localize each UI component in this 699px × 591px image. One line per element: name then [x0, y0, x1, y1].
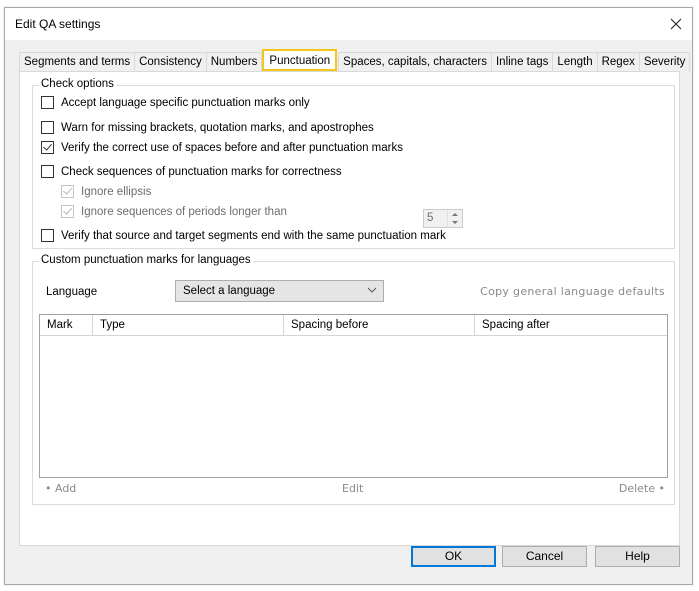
checkbox-disabled-checked	[61, 205, 74, 218]
checkbox[interactable]	[41, 165, 54, 178]
column-header-type[interactable]: Type	[93, 315, 284, 335]
arrow-up-icon	[452, 212, 458, 216]
option-warn-missing-brackets[interactable]: Warn for missing brackets, quotation mar…	[41, 121, 374, 134]
checkbox[interactable]	[41, 96, 54, 109]
ok-button[interactable]: OK	[411, 546, 496, 567]
grid-header: Mark Type Spacing before Spacing after	[40, 315, 667, 336]
checkbox-checked[interactable]	[41, 141, 54, 154]
language-select-value: Select a language	[183, 285, 276, 297]
tab-punctuation[interactable]: Punctuation	[262, 49, 338, 71]
tab-consistency[interactable]: Consistency	[134, 52, 207, 71]
option-check-sequences[interactable]: Check sequences of punctuation marks for…	[41, 165, 342, 178]
checkbox[interactable]	[41, 121, 54, 134]
punctuation-marks-grid[interactable]: Mark Type Spacing before Spacing after	[39, 314, 668, 478]
tab-segments-and-terms[interactable]: Segments and terms	[19, 52, 136, 71]
tab-numbers[interactable]: Numbers	[205, 52, 263, 71]
spinner-down-button[interactable]	[448, 219, 462, 228]
tab-strip: Segments and terms Consistency Numbers P…	[19, 49, 691, 71]
edit-button[interactable]: Edit	[342, 482, 363, 495]
option-ignore-ellipsis: Ignore ellipsis	[61, 185, 151, 198]
edit-qa-settings-dialog: Edit QA settings Segments and terms Cons…	[4, 7, 693, 585]
period-sequence-spinner[interactable]: 5	[423, 209, 463, 228]
add-button[interactable]: • Add	[45, 482, 76, 495]
chevron-down-icon	[367, 287, 377, 293]
custom-marks-label: Custom punctuation marks for languages	[39, 254, 253, 266]
check-options-group: Check options Accept language specific p…	[32, 78, 675, 249]
help-button[interactable]: Help	[595, 546, 680, 567]
tab-severity[interactable]: Severity	[638, 52, 691, 71]
option-verify-same-end-punctuation[interactable]: Verify that source and target segments e…	[41, 229, 446, 242]
option-ignore-period-sequences: Ignore sequences of periods longer than	[61, 205, 287, 218]
punctuation-tab-panel: Check options Accept language specific p…	[19, 71, 680, 546]
tab-spaces-capitals-characters[interactable]: Spaces, capitals, characters	[338, 52, 492, 71]
checkbox-disabled-checked	[61, 185, 74, 198]
option-accept-language-specific[interactable]: Accept language specific punctuation mar…	[41, 96, 310, 109]
tab-length[interactable]: Length	[552, 52, 598, 71]
arrow-down-icon	[452, 221, 458, 225]
column-header-spacing-before[interactable]: Spacing before	[284, 315, 475, 335]
language-select[interactable]: Select a language	[175, 280, 384, 302]
spinner-up-button[interactable]	[448, 210, 462, 219]
copy-general-defaults-link[interactable]: Copy general language defaults	[480, 285, 665, 298]
close-button[interactable]	[664, 12, 688, 36]
option-verify-spaces[interactable]: Verify the correct use of spaces before …	[41, 141, 403, 154]
close-icon	[670, 18, 682, 30]
dialog-title: Edit QA settings	[15, 17, 101, 31]
tab-regex[interactable]: Regex	[596, 52, 640, 71]
checkbox[interactable]	[41, 229, 54, 242]
column-header-mark[interactable]: Mark	[40, 315, 93, 335]
column-header-spacing-after[interactable]: Spacing after	[475, 315, 667, 335]
title-bar: Edit QA settings	[5, 8, 692, 40]
language-label: Language	[46, 286, 98, 298]
check-options-label: Check options	[39, 78, 116, 90]
tab-inline-tags[interactable]: Inline tags	[490, 52, 554, 71]
delete-button[interactable]: Delete •	[619, 482, 665, 495]
cancel-button[interactable]: Cancel	[502, 546, 587, 567]
spinner-value[interactable]: 5	[424, 210, 447, 227]
